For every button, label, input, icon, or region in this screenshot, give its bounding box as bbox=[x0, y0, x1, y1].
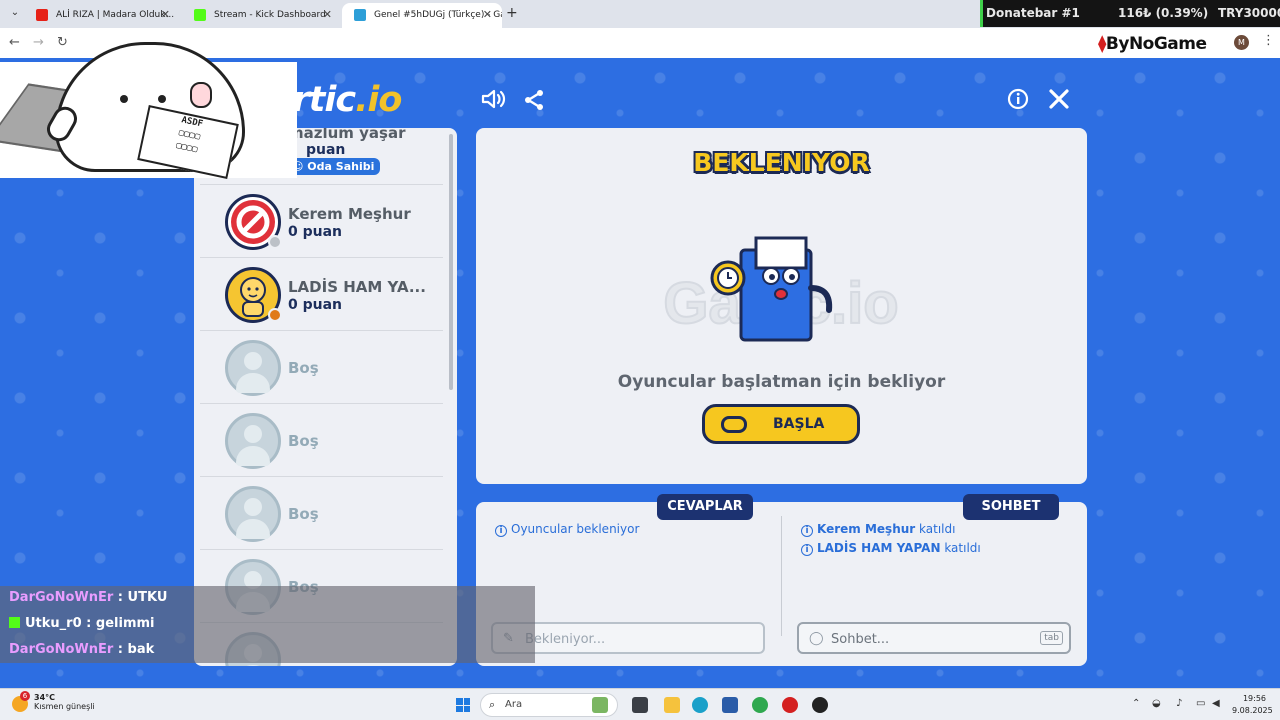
stream-chat-line: DarGoNoWnEr : bak bbox=[9, 642, 155, 657]
sound-icon[interactable] bbox=[481, 88, 507, 116]
close-game-icon[interactable] bbox=[1048, 88, 1070, 116]
profile-avatar[interactable]: M bbox=[1234, 35, 1249, 50]
player-name: mazlum yaşar bbox=[288, 128, 406, 142]
mic-icon[interactable]: ♪ bbox=[1176, 698, 1182, 709]
task-view-icon[interactable] bbox=[632, 697, 648, 713]
stream-chat-line: Utku_r0 : gelimmi bbox=[9, 616, 155, 631]
chat-message: i Kerem Meşhur katıldı bbox=[801, 522, 955, 537]
kick-badge-icon bbox=[9, 617, 20, 628]
reload-icon[interactable]: ↻ bbox=[57, 35, 68, 50]
status-title: BEKLENIYOR bbox=[693, 148, 870, 177]
empty-avatar-icon bbox=[225, 486, 281, 542]
status-message: Oyuncular başlatman için bekliyor bbox=[617, 372, 946, 392]
donatebar-overlay: Donatebar #1 116₺ (0.39%) TRY30000 bbox=[980, 0, 1280, 27]
player-row[interactable]: Kerem Meşhur 0 puan bbox=[200, 185, 443, 258]
player-name: LADİS HAM YA... bbox=[288, 278, 426, 296]
tab-key-hint: tab bbox=[1040, 631, 1063, 645]
network-icon[interactable]: ◒ bbox=[1152, 698, 1161, 709]
gamepad-icon bbox=[721, 416, 747, 433]
tab-title: ALİ RIZA | Madara Olduk... bbox=[56, 10, 175, 20]
info-icon[interactable] bbox=[1007, 88, 1029, 116]
tab-search-chevron-icon[interactable]: ⌄ bbox=[8, 6, 22, 20]
edge-icon[interactable] bbox=[692, 697, 708, 713]
tab-close-icon[interactable]: ✕ bbox=[483, 8, 492, 21]
chat-bubble-icon: ◯ bbox=[809, 631, 824, 646]
player-status-dot bbox=[268, 308, 282, 322]
search-icon: ⌕ bbox=[489, 698, 496, 711]
store-icon[interactable] bbox=[722, 697, 738, 713]
room-owner-badge: ☺ Oda Sahibi bbox=[288, 158, 381, 175]
app-dark-icon[interactable] bbox=[812, 697, 828, 713]
player-name: Kerem Meşhur bbox=[288, 205, 411, 223]
empty-slot-label: Boş bbox=[288, 505, 319, 523]
empty-slot-label: Boş bbox=[288, 432, 319, 450]
tab-title: Stream - Kick Dashboard bbox=[214, 10, 326, 20]
share-icon[interactable] bbox=[522, 88, 546, 118]
chat-message: i LADİS HAM YAPAN katıldı bbox=[801, 541, 981, 556]
empty-slot-label: Boş bbox=[288, 359, 319, 377]
tab-kick-dashboard[interactable]: Stream - Kick Dashboard ✕ bbox=[182, 3, 342, 28]
bynogame-extension[interactable]: ⧫ByNoGame bbox=[1098, 34, 1207, 54]
new-tab-button[interactable]: + bbox=[506, 5, 518, 21]
tab-close-icon[interactable]: ✕ bbox=[323, 8, 332, 21]
player-score: 0 puan bbox=[288, 224, 343, 240]
waiting-character-illustration: Gartic.io bbox=[662, 236, 900, 342]
stream-chat-line: DarGoNoWnEr : UTKU bbox=[9, 590, 168, 605]
windows-start-icon[interactable] bbox=[456, 698, 470, 712]
gartic-favicon-icon bbox=[354, 9, 366, 21]
answers-message: i Oyuncular bekleniyor bbox=[495, 522, 639, 537]
empty-slot-row: Boş bbox=[200, 331, 443, 404]
cat-pink-paw bbox=[190, 82, 212, 108]
app-red-icon[interactable] bbox=[782, 697, 798, 713]
browser-menu-icon[interactable]: ⋮ bbox=[1262, 33, 1275, 48]
empty-avatar-icon bbox=[225, 340, 281, 396]
chrome-icon[interactable] bbox=[752, 697, 768, 713]
panel-divider bbox=[781, 516, 782, 636]
empty-slot-row: Boş bbox=[200, 477, 443, 550]
tab-chat[interactable]: SOHBET bbox=[963, 494, 1059, 520]
donatebar-amount: 116₺ (0.39%) bbox=[1118, 6, 1209, 20]
windows-taskbar: 6 34°C Kısmen güneşli ⌕ Ara ⌃ ◒ ♪ ▭ ◀ 19… bbox=[0, 688, 1280, 720]
player-row[interactable]: LADİS HAM YA... 0 puan bbox=[200, 258, 443, 331]
weather-badge: 6 bbox=[20, 691, 30, 701]
system-clock[interactable]: 19:56 9.08.2025 bbox=[1232, 693, 1273, 717]
stream-chat-overlay: DarGoNoWnEr : UTKU Utku_r0 : gelimmi Dar… bbox=[0, 586, 535, 663]
empty-slot-row: Boş bbox=[200, 404, 443, 477]
player-status-dot bbox=[268, 235, 282, 249]
back-arrow-icon[interactable]: ← bbox=[9, 35, 20, 50]
cat-eye bbox=[158, 95, 166, 103]
start-game-button[interactable]: BAŞLA bbox=[702, 404, 860, 444]
player-score: 0 puan bbox=[288, 297, 343, 313]
weather-widget[interactable]: 34°C Kısmen güneşli bbox=[34, 693, 95, 711]
bongo-cat-overlay: ASDF ▢▢▢▢ ▢▢▢▢ bbox=[0, 42, 297, 179]
tab-gartic[interactable]: Genel #5hDUGj (Türkçe) - Gartic ✕ bbox=[342, 3, 502, 28]
donatebar-progress bbox=[980, 0, 983, 27]
tray-chevron-icon[interactable]: ⌃ bbox=[1132, 698, 1140, 709]
info-small-icon: i bbox=[801, 544, 813, 556]
search-highlight-icon bbox=[592, 697, 608, 713]
waiting-card: BEKLENIYOR Gartic.io Oyuncular başlatman… bbox=[476, 128, 1087, 484]
info-small-icon: i bbox=[495, 525, 507, 537]
info-small-icon: i bbox=[801, 525, 813, 537]
player-score: puan bbox=[306, 142, 346, 158]
display-icon[interactable]: ▭ bbox=[1196, 698, 1205, 709]
file-explorer-icon[interactable] bbox=[664, 697, 680, 713]
donatebar-title: Donatebar #1 bbox=[986, 6, 1080, 20]
cat-eye bbox=[120, 95, 128, 103]
start-button-label: BAŞLA bbox=[773, 416, 825, 432]
forward-arrow-icon[interactable]: → bbox=[33, 35, 44, 50]
donatebar-goal: TRY30000 bbox=[1218, 6, 1280, 20]
answers-chat-panel: CEVAPLAR SOHBET i Oyuncular bekleniyor iK… bbox=[476, 494, 1087, 666]
youtube-favicon-icon bbox=[36, 9, 48, 21]
kick-favicon-icon bbox=[194, 9, 206, 21]
tab-youtube[interactable]: ALİ RIZA | Madara Olduk... ✕ bbox=[24, 3, 180, 28]
empty-avatar-icon bbox=[225, 413, 281, 469]
tab-answers[interactable]: CEVAPLAR bbox=[657, 494, 753, 520]
volume-icon[interactable]: ◀ bbox=[1212, 698, 1220, 709]
chat-input[interactable]: ◯ Sohbet... tab bbox=[797, 622, 1071, 654]
tab-close-icon[interactable]: ✕ bbox=[161, 8, 170, 21]
players-scrollbar[interactable] bbox=[449, 134, 453, 390]
